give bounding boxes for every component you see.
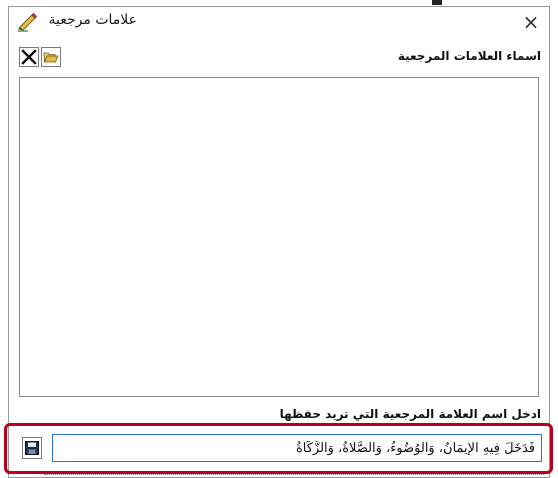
bookmark-name-input[interactable]	[52, 434, 542, 462]
save-icon	[25, 441, 39, 455]
close-icon	[21, 49, 37, 65]
title-bar: علامات مرجعية ×	[9, 7, 549, 37]
bookmark-names-label: اسماء العلامات المرجعية	[397, 49, 541, 63]
status-divider	[44, 474, 544, 477]
background-fragment	[432, 0, 442, 5]
folder-open-icon	[43, 52, 59, 63]
window-title: علامات مرجعية	[48, 12, 137, 28]
enter-name-label: ادخل اسم العلامة المرجعية التي تريد حفظه…	[279, 407, 541, 421]
save-bookmark-button[interactable]	[22, 437, 42, 459]
close-icon[interactable]: ×	[517, 9, 545, 35]
bookmark-list[interactable]	[19, 77, 539, 397]
open-bookmark-button[interactable]	[41, 47, 61, 67]
delete-bookmark-button[interactable]	[19, 47, 39, 67]
bookmarks-dialog: علامات مرجعية × اسماء العلامات المرجعية …	[8, 6, 550, 478]
pen-icon	[16, 12, 38, 32]
